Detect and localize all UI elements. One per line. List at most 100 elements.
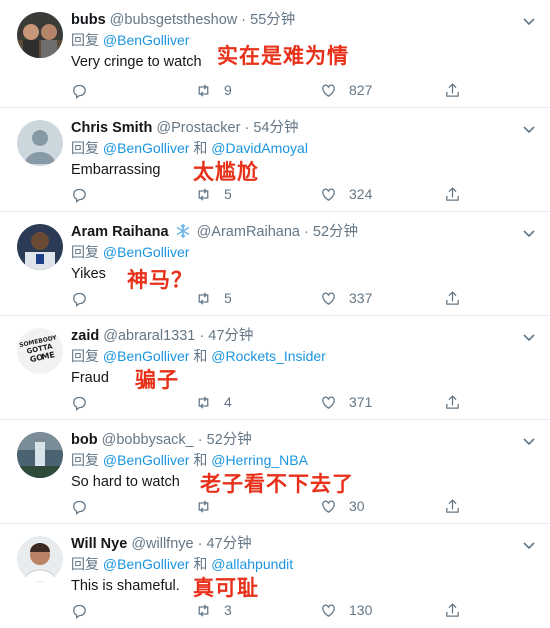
retweet-button[interactable] [195,495,224,517]
display-name[interactable]: zaid [71,328,99,344]
avatar[interactable] [17,224,63,270]
chevron-down-icon[interactable] [522,434,536,448]
translation-caption: 老子看不下去了 [200,472,354,496]
chevron-down-icon[interactable] [522,122,536,136]
user-handle[interactable]: @AramRaihana [197,224,300,240]
timestamp[interactable]: 54分钟 [253,120,298,136]
and-word: 和 [193,140,208,156]
avatar[interactable]: SOMEBODY GOTTA GO ME [17,328,63,374]
heart-icon [322,500,335,513]
timestamp[interactable]: 47分钟 [206,536,251,552]
tweet[interactable]: SOMEBODY GOTTA GO ME zaid @abraral1331 ·… [0,316,550,420]
display-name[interactable]: Chris Smith [71,120,152,136]
reply-prefix: 回复 [71,452,99,468]
reply-icon [73,188,86,203]
share-button[interactable] [444,599,461,621]
reply-button[interactable] [71,79,88,101]
share-button[interactable] [444,287,461,309]
mention-link[interactable]: @BenGolliver [103,32,190,48]
avatar[interactable] [17,536,63,582]
user-handle[interactable]: @willfnye [131,536,193,552]
tweet-text: Fraud [71,370,109,386]
reply-button[interactable] [71,495,88,517]
like-button[interactable]: 30 [320,495,365,517]
retweet-count: 5 [224,186,232,202]
mention-link[interactable]: @BenGolliver [103,452,190,468]
share-button[interactable] [444,495,461,517]
mention-link[interactable]: @BenGolliver [103,348,190,364]
mention-link[interactable]: @Herring_NBA [211,452,308,468]
timestamp[interactable]: 47分钟 [208,328,253,344]
and-word: 和 [193,348,208,364]
retweet-count: 5 [224,290,232,306]
user-handle[interactable]: @abraral1331 [103,328,195,344]
tweet-text: Embarrassing [71,162,161,178]
separator-dot: · [304,224,309,240]
user-handle[interactable]: @bobbysack_ [102,432,194,448]
chevron-down-icon[interactable] [522,14,536,28]
like-button[interactable]: 337 [320,287,372,309]
tweet[interactable]: Chris Smith @Prostacker · 54分钟 回复 @BenGo… [0,108,550,212]
mention-link[interactable]: @BenGolliver [103,244,190,260]
share-icon [446,82,459,97]
display-name[interactable]: bubs [71,12,106,28]
tweet[interactable]: bob @bobbysack_ · 52分钟 回复 @BenGolliver 和… [0,420,550,524]
mention-link[interactable]: @Rockets_Insider [211,348,326,364]
reply-button[interactable] [71,183,88,205]
like-button[interactable]: 324 [320,183,372,205]
like-button[interactable]: 371 [320,391,372,413]
user-handle[interactable]: @Prostacker [156,120,240,136]
mention-link[interactable]: @BenGolliver [103,556,190,572]
tweet[interactable]: Aram Raihana @AramRaihana · 52分钟 回复 @Ben… [0,212,550,316]
tweet-header: bubs @bubsgetstheshow · 55分钟 [71,10,295,30]
reply-button[interactable] [71,599,88,621]
reply-button[interactable] [71,391,88,413]
tweet[interactable]: bubs @bubsgetstheshow · 55分钟 回复 @BenGoll… [0,0,550,108]
like-button[interactable]: 130 [320,599,372,621]
timestamp[interactable]: 52分钟 [207,432,252,448]
chevron-down-icon[interactable] [522,226,536,240]
share-button[interactable] [444,391,461,413]
tweet-actions: 30 [0,495,550,517]
display-name[interactable]: Aram Raihana [71,224,169,240]
retweet-button[interactable]: 5 [195,183,232,205]
user-handle[interactable]: @bubsgetstheshow [110,12,238,28]
replying-to: 回复 @BenGolliver 和 @Herring_NBA [71,450,308,470]
retweet-icon [198,603,209,617]
like-count: 371 [349,394,373,410]
share-button[interactable] [444,79,461,101]
avatar[interactable] [17,120,63,166]
retweet-button[interactable]: 9 [195,79,232,101]
replying-to: 回复 @BenGolliver [71,242,189,262]
like-count: 827 [349,82,373,98]
avatar[interactable] [17,12,63,58]
translation-caption: 实在是难为情 [217,44,349,68]
retweet-button[interactable]: 5 [195,287,232,309]
tweet-actions: 9 827 [0,79,550,101]
mention-link[interactable]: @DavidAmoyal [211,140,308,156]
mention-link[interactable]: @BenGolliver [103,140,190,156]
tweet-text: So hard to watch [71,474,180,490]
mention-link[interactable]: @allahpundit [211,556,293,572]
chevron-down-icon[interactable] [522,538,536,552]
retweet-button[interactable]: 3 [195,599,232,621]
separator-dot: · [241,12,247,28]
share-button[interactable] [444,183,461,205]
share-icon [446,394,459,409]
tweet-actions: 3 130 [0,599,550,621]
tweet-header: zaid @abraral1331 · 47分钟 [71,326,253,346]
retweet-button[interactable]: 4 [195,391,232,413]
like-button[interactable]: 827 [320,79,372,101]
display-name[interactable]: bob [71,432,98,448]
tweet[interactable]: Will Nye @willfnye · 47分钟 回复 @BenGollive… [0,524,550,628]
share-icon [446,290,459,305]
share-icon [446,186,459,201]
chevron-down-icon[interactable] [522,330,536,344]
timestamp[interactable]: 52分钟 [313,224,358,240]
replying-to: 回复 @BenGolliver 和 @allahpundit [71,554,293,574]
timestamp[interactable]: 55分钟 [250,12,295,28]
display-name[interactable]: Will Nye [71,536,127,552]
reply-button[interactable] [71,287,88,309]
avatar[interactable] [17,432,63,478]
like-count: 130 [349,602,373,618]
